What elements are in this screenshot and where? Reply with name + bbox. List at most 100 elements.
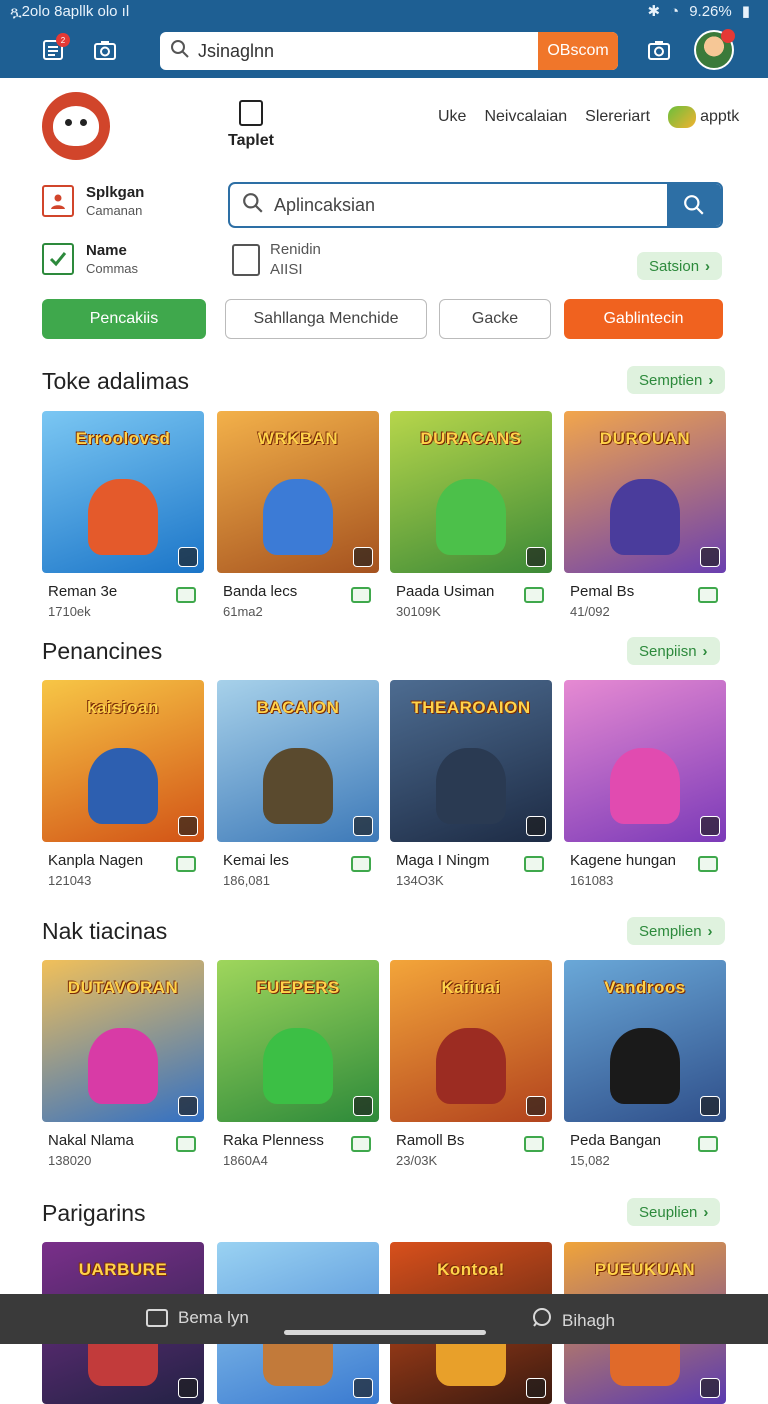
app-thumbnail[interactable]: DURACANS xyxy=(390,411,552,573)
satsion-button[interactable]: Satsion › xyxy=(637,252,723,280)
app-thumbnail[interactable]: Erroolovsd xyxy=(42,411,204,573)
satsion-label: Satsion xyxy=(649,257,700,275)
toolbar-search[interactable]: Jsinaglnn OBscom xyxy=(160,32,618,70)
app-art-title: WRKBAN xyxy=(257,429,339,448)
app-art-character xyxy=(88,748,158,824)
tablet-icon xyxy=(239,100,263,126)
app-card[interactable]: DURACANS Paada Usiman 30109K xyxy=(390,411,552,619)
app-thumbnail[interactable]: DUROUAN xyxy=(564,411,726,573)
app-thumbnail[interactable]: Kaiiuai xyxy=(390,960,552,1122)
app-art-character xyxy=(263,748,333,824)
app-card[interactable]: Kagene hungan 161083 xyxy=(564,680,726,888)
download-icon[interactable] xyxy=(351,587,371,603)
action-buttons: Pencakiis Sahllanga Menchide Gacke Gabli… xyxy=(42,299,723,339)
download-icon[interactable] xyxy=(524,856,544,872)
bottom-left-item[interactable]: Bema lyn xyxy=(146,1308,249,1328)
sahllanga-button[interactable]: Sahllanga Menchide xyxy=(225,299,427,339)
app-corner-icon xyxy=(178,547,198,567)
account-row-2[interactable]: Name Commas xyxy=(42,242,138,276)
download-icon[interactable] xyxy=(698,1136,718,1152)
app-card[interactable]: BACAION Kemai les 186,081 xyxy=(217,680,379,888)
avatar-badge xyxy=(721,29,735,43)
bottom-right-item[interactable]: Bihagh xyxy=(530,1308,615,1333)
app-card[interactable]: Kaiiuai Ramoll Bs 23/03K xyxy=(390,960,552,1168)
app-corner-icon xyxy=(526,547,546,567)
app-thumbnail[interactable]: THEAROAION xyxy=(390,680,552,842)
app-corner-icon xyxy=(700,816,720,836)
app-thumbnail[interactable]: WRKBAN xyxy=(217,411,379,573)
window-icon xyxy=(146,1309,168,1327)
app-card[interactable]: WRKBAN Banda lecs 61ma2 xyxy=(217,411,379,619)
renid-line-1: Renidin xyxy=(270,241,321,258)
gablintecin-button[interactable]: Gablintecin xyxy=(564,299,723,339)
main-search-input[interactable]: Aplincaksian xyxy=(264,195,667,216)
battery-icon: ▮ xyxy=(741,3,750,20)
toolbar-search-input[interactable]: Jsinaglnn xyxy=(190,41,538,62)
battery-text: 9.26% xyxy=(689,2,732,20)
gacke-button[interactable]: Gacke xyxy=(439,299,551,339)
app-art-character xyxy=(263,479,333,555)
download-icon[interactable] xyxy=(176,856,196,872)
app-thumbnail[interactable]: kaisioan xyxy=(42,680,204,842)
app-download-count: 15,082 xyxy=(570,1153,610,1168)
account-row-1[interactable]: Splkgan Camanan xyxy=(42,184,144,218)
app-card[interactable]: Vandroos Peda Bangan 15,082 xyxy=(564,960,726,1168)
app-card[interactable]: DUROUAN Pemal Bs 41/092 xyxy=(564,411,726,619)
home-indicator[interactable] xyxy=(284,1330,486,1335)
main-search[interactable]: Aplincaksian xyxy=(228,182,723,228)
app-art-character xyxy=(610,479,680,555)
app-art-title: Vandroos xyxy=(604,978,686,997)
nav-item-neivcalaian[interactable]: Neivcalaian xyxy=(484,108,567,126)
section-more-button[interactable]: Semplien › xyxy=(627,917,725,945)
user-avatar[interactable] xyxy=(694,29,735,70)
person-icon xyxy=(42,185,74,217)
download-icon[interactable] xyxy=(176,587,196,603)
app-corner-icon xyxy=(353,816,373,836)
nav-item-uke[interactable]: Uke xyxy=(438,108,466,126)
camera-icon-right[interactable] xyxy=(642,33,676,67)
app-thumbnail[interactable]: BACAION xyxy=(217,680,379,842)
top-nav: Uke Neivcalaian Slereriart apptk xyxy=(438,106,739,128)
toolbar-search-button[interactable]: OBscom xyxy=(538,32,618,70)
section-more-button[interactable]: Seuplien › xyxy=(627,1198,721,1226)
app-card[interactable]: DUTAVORAN Nakal Nlama 138020 xyxy=(42,960,204,1168)
chat-icon xyxy=(530,1308,552,1333)
app-card[interactable]: FUEPERS Raka Plenness 1860A4 xyxy=(217,960,379,1168)
app-card[interactable]: kaisioan Kanpla Nagen 121043 xyxy=(42,680,204,888)
app-card[interactable]: THEAROAION Maga I Ningm 134O3K xyxy=(390,680,552,888)
camera-icon[interactable] xyxy=(88,33,122,67)
app-art-title: Kontoa! xyxy=(437,1260,505,1279)
download-icon[interactable] xyxy=(698,587,718,603)
app-corner-icon xyxy=(178,1096,198,1116)
app-download-count: 121043 xyxy=(48,873,92,888)
download-icon[interactable] xyxy=(524,587,544,603)
tablet-tab[interactable]: Taplet xyxy=(224,100,278,150)
apk-link[interactable]: apptk xyxy=(668,106,739,128)
app-corner-icon xyxy=(353,1096,373,1116)
app-download-count: 1860A4 xyxy=(223,1153,268,1168)
app-card[interactable]: Erroolovsd Reman 3e 1710ek xyxy=(42,411,204,619)
download-icon[interactable] xyxy=(351,1136,371,1152)
app-thumbnail[interactable]: DUTAVORAN xyxy=(42,960,204,1122)
section-more-button[interactable]: Senpiisn › xyxy=(627,637,720,665)
renid-item[interactable]: Renidin AIISI xyxy=(232,240,321,280)
download-icon[interactable] xyxy=(176,1136,196,1152)
app-thumbnail[interactable]: Vandroos xyxy=(564,960,726,1122)
nav-item-slereriart[interactable]: Slereriart xyxy=(585,108,650,126)
main-search-button[interactable] xyxy=(667,184,721,226)
download-icon[interactable] xyxy=(698,856,718,872)
app-download-count: 61ma2 xyxy=(223,604,263,619)
download-icon[interactable] xyxy=(524,1136,544,1152)
section-more-button[interactable]: Semptien › xyxy=(627,366,726,394)
app-thumbnail[interactable]: FUEPERS xyxy=(217,960,379,1122)
app-logo[interactable] xyxy=(42,92,110,160)
app-thumbnail[interactable] xyxy=(564,680,726,842)
notification-badge: 2 xyxy=(56,33,70,47)
app-download-count: 186,081 xyxy=(223,873,270,888)
pencakiis-button[interactable]: Pencakiis xyxy=(42,299,206,339)
list-icon[interactable]: 2 xyxy=(36,33,70,67)
download-icon[interactable] xyxy=(351,856,371,872)
app-art-character xyxy=(436,1028,506,1104)
app-download-count: 41/092 xyxy=(570,604,610,619)
device-icon xyxy=(232,244,260,276)
